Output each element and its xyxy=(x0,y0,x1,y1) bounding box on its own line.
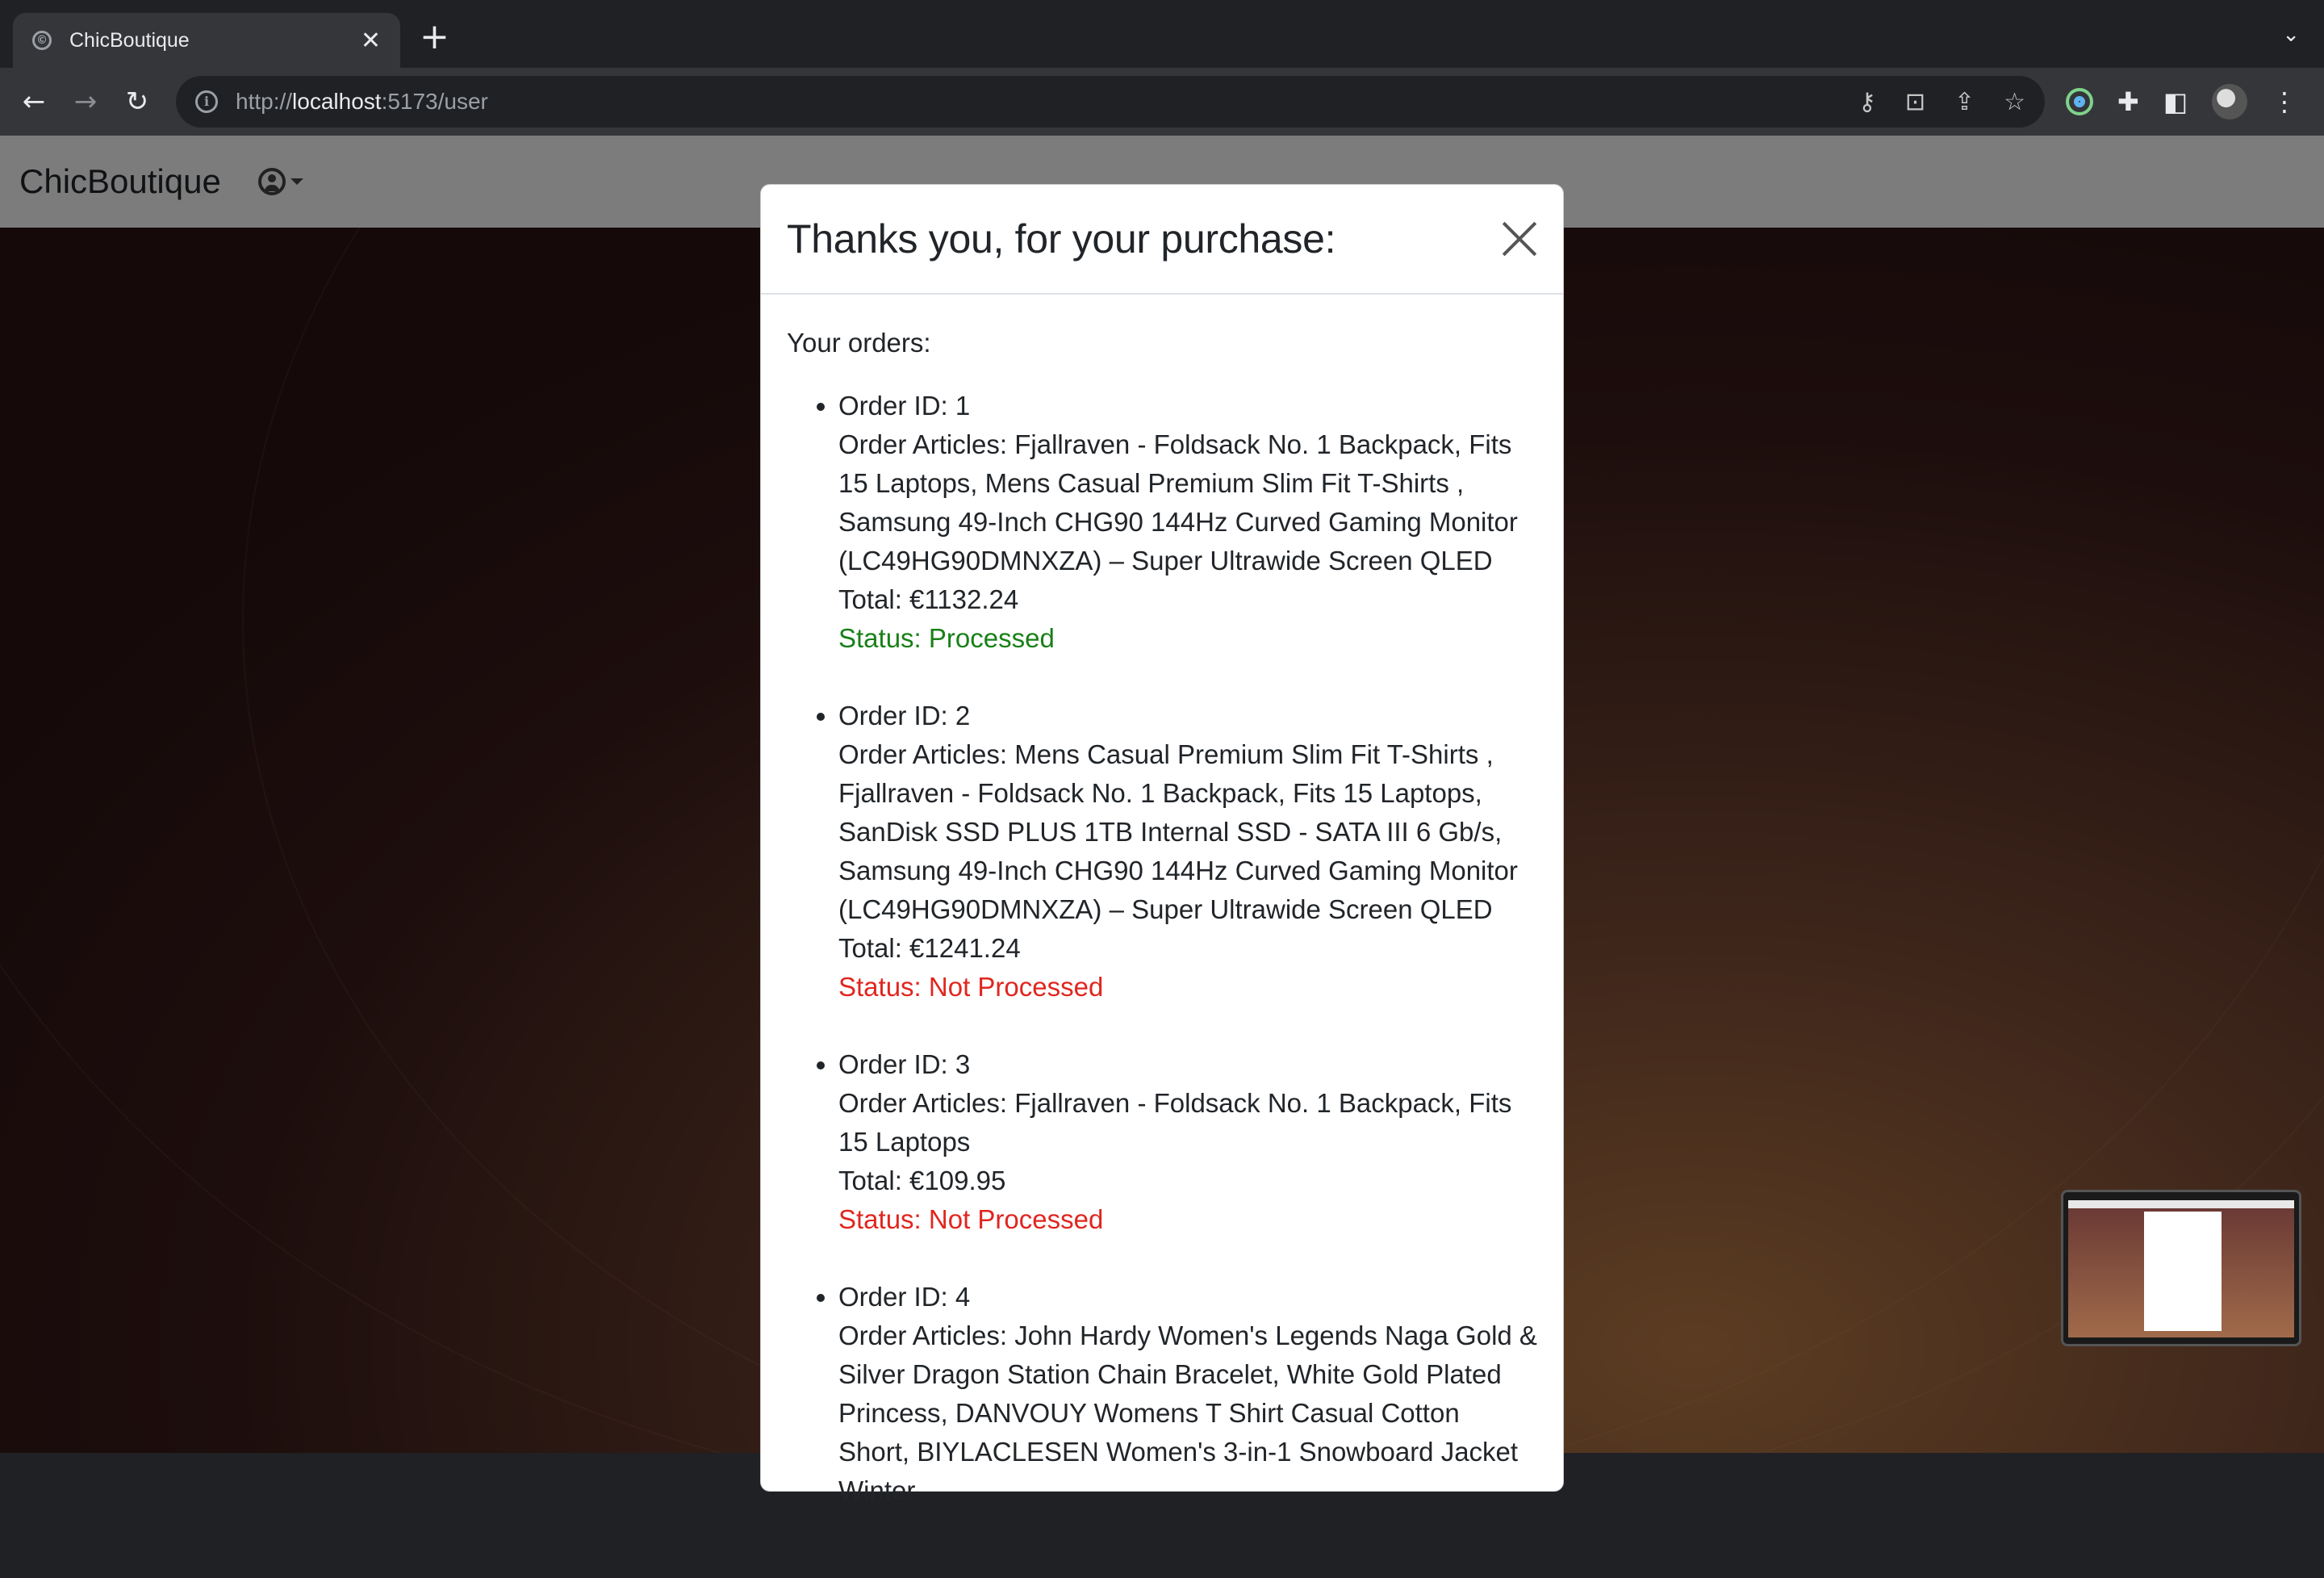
order-status: Status: Processed xyxy=(838,623,1055,653)
extensions-puzzle-icon[interactable]: ✚ xyxy=(2117,86,2139,117)
order-articles: Order Articles: John Hardy Women's Legen… xyxy=(838,1321,1537,1505)
tab-close-icon[interactable]: ✕ xyxy=(361,27,381,55)
close-icon[interactable] xyxy=(1500,220,1539,258)
order-status: Status: Not Processed xyxy=(838,972,1104,1002)
bookmark-star-icon[interactable]: ☆ xyxy=(2004,88,2025,116)
side-panel-icon[interactable]: ◧ xyxy=(2163,86,2188,117)
share-icon[interactable]: ⇪ xyxy=(1954,88,1975,116)
order-articles: Order Articles: Fjallraven - Foldsack No… xyxy=(838,1088,1512,1157)
purchase-modal: Thanks you, for your purchase: Your orde… xyxy=(760,184,1564,1505)
forward-arrow-icon[interactable]: → xyxy=(68,84,103,119)
order-id: Order ID: 2 xyxy=(838,701,971,730)
browser-tabstrip: © ChicBoutique ✕ + ⌄ xyxy=(0,0,2324,68)
order-item: Order ID: 3 Order Articles: Fjallraven -… xyxy=(838,1045,1537,1239)
key-icon[interactable]: ⚷ xyxy=(1858,88,1876,116)
order-total: Total: €109.95 xyxy=(838,1166,1006,1195)
order-id: Order ID: 4 xyxy=(838,1282,971,1312)
tab-title: ChicBoutique xyxy=(69,28,190,52)
back-arrow-icon[interactable]: ← xyxy=(16,84,52,119)
translate-icon[interactable]: ⊡ xyxy=(1905,88,1925,116)
url-text[interactable]: http://localhost:5173/user xyxy=(236,89,1858,115)
order-articles: Order Articles: Mens Casual Premium Slim… xyxy=(838,739,1518,924)
order-total: Total: €1241.24 xyxy=(838,933,1021,963)
modal-header: Thanks you, for your purchase: xyxy=(761,185,1563,295)
site-info-icon[interactable]: i xyxy=(195,90,218,113)
address-bar[interactable]: i http://localhost:5173/user ⚷ ⊡ ⇪ ☆ xyxy=(176,76,2045,128)
preview-modal xyxy=(2144,1212,2222,1331)
reload-icon[interactable]: ↻ xyxy=(119,84,155,119)
browser-menu-icon[interactable]: ⋮ xyxy=(2272,86,2297,117)
tab-search-chevron-icon[interactable]: ⌄ xyxy=(2282,23,2300,47)
screen-preview-thumbnail[interactable] xyxy=(2061,1190,2301,1346)
order-total: Total: €1132.24 xyxy=(838,584,1019,614)
new-tab-button[interactable]: + xyxy=(420,19,449,55)
site-favicon-icon: © xyxy=(32,31,52,50)
order-status: Status: Not Processed xyxy=(838,1204,1104,1234)
order-articles: Order Articles: Fjallraven - Foldsack No… xyxy=(838,429,1518,576)
order-id: Order ID: 1 xyxy=(838,391,971,421)
profile-avatar[interactable] xyxy=(2212,84,2248,119)
orders-intro: Your orders: xyxy=(787,328,931,358)
extension-ring-icon[interactable] xyxy=(2066,88,2093,115)
order-id: Order ID: 3 xyxy=(838,1049,971,1079)
modal-title: Thanks you, for your purchase: xyxy=(787,216,1336,262)
browser-tab[interactable]: © ChicBoutique ✕ xyxy=(13,13,400,68)
orders-list: Order ID: 1 Order Articles: Fjallraven -… xyxy=(787,387,1537,1510)
order-item: Order ID: 4 Order Articles: John Hardy W… xyxy=(838,1278,1537,1510)
order-item: Order ID: 2 Order Articles: Mens Casual … xyxy=(838,697,1537,1007)
modal-body: Your orders: Order ID: 1 Order Articles:… xyxy=(761,295,1563,1578)
browser-toolbar: ← → ↻ i http://localhost:5173/user ⚷ ⊡ ⇪… xyxy=(0,68,2324,136)
order-item: Order ID: 1 Order Articles: Fjallraven -… xyxy=(838,387,1537,658)
